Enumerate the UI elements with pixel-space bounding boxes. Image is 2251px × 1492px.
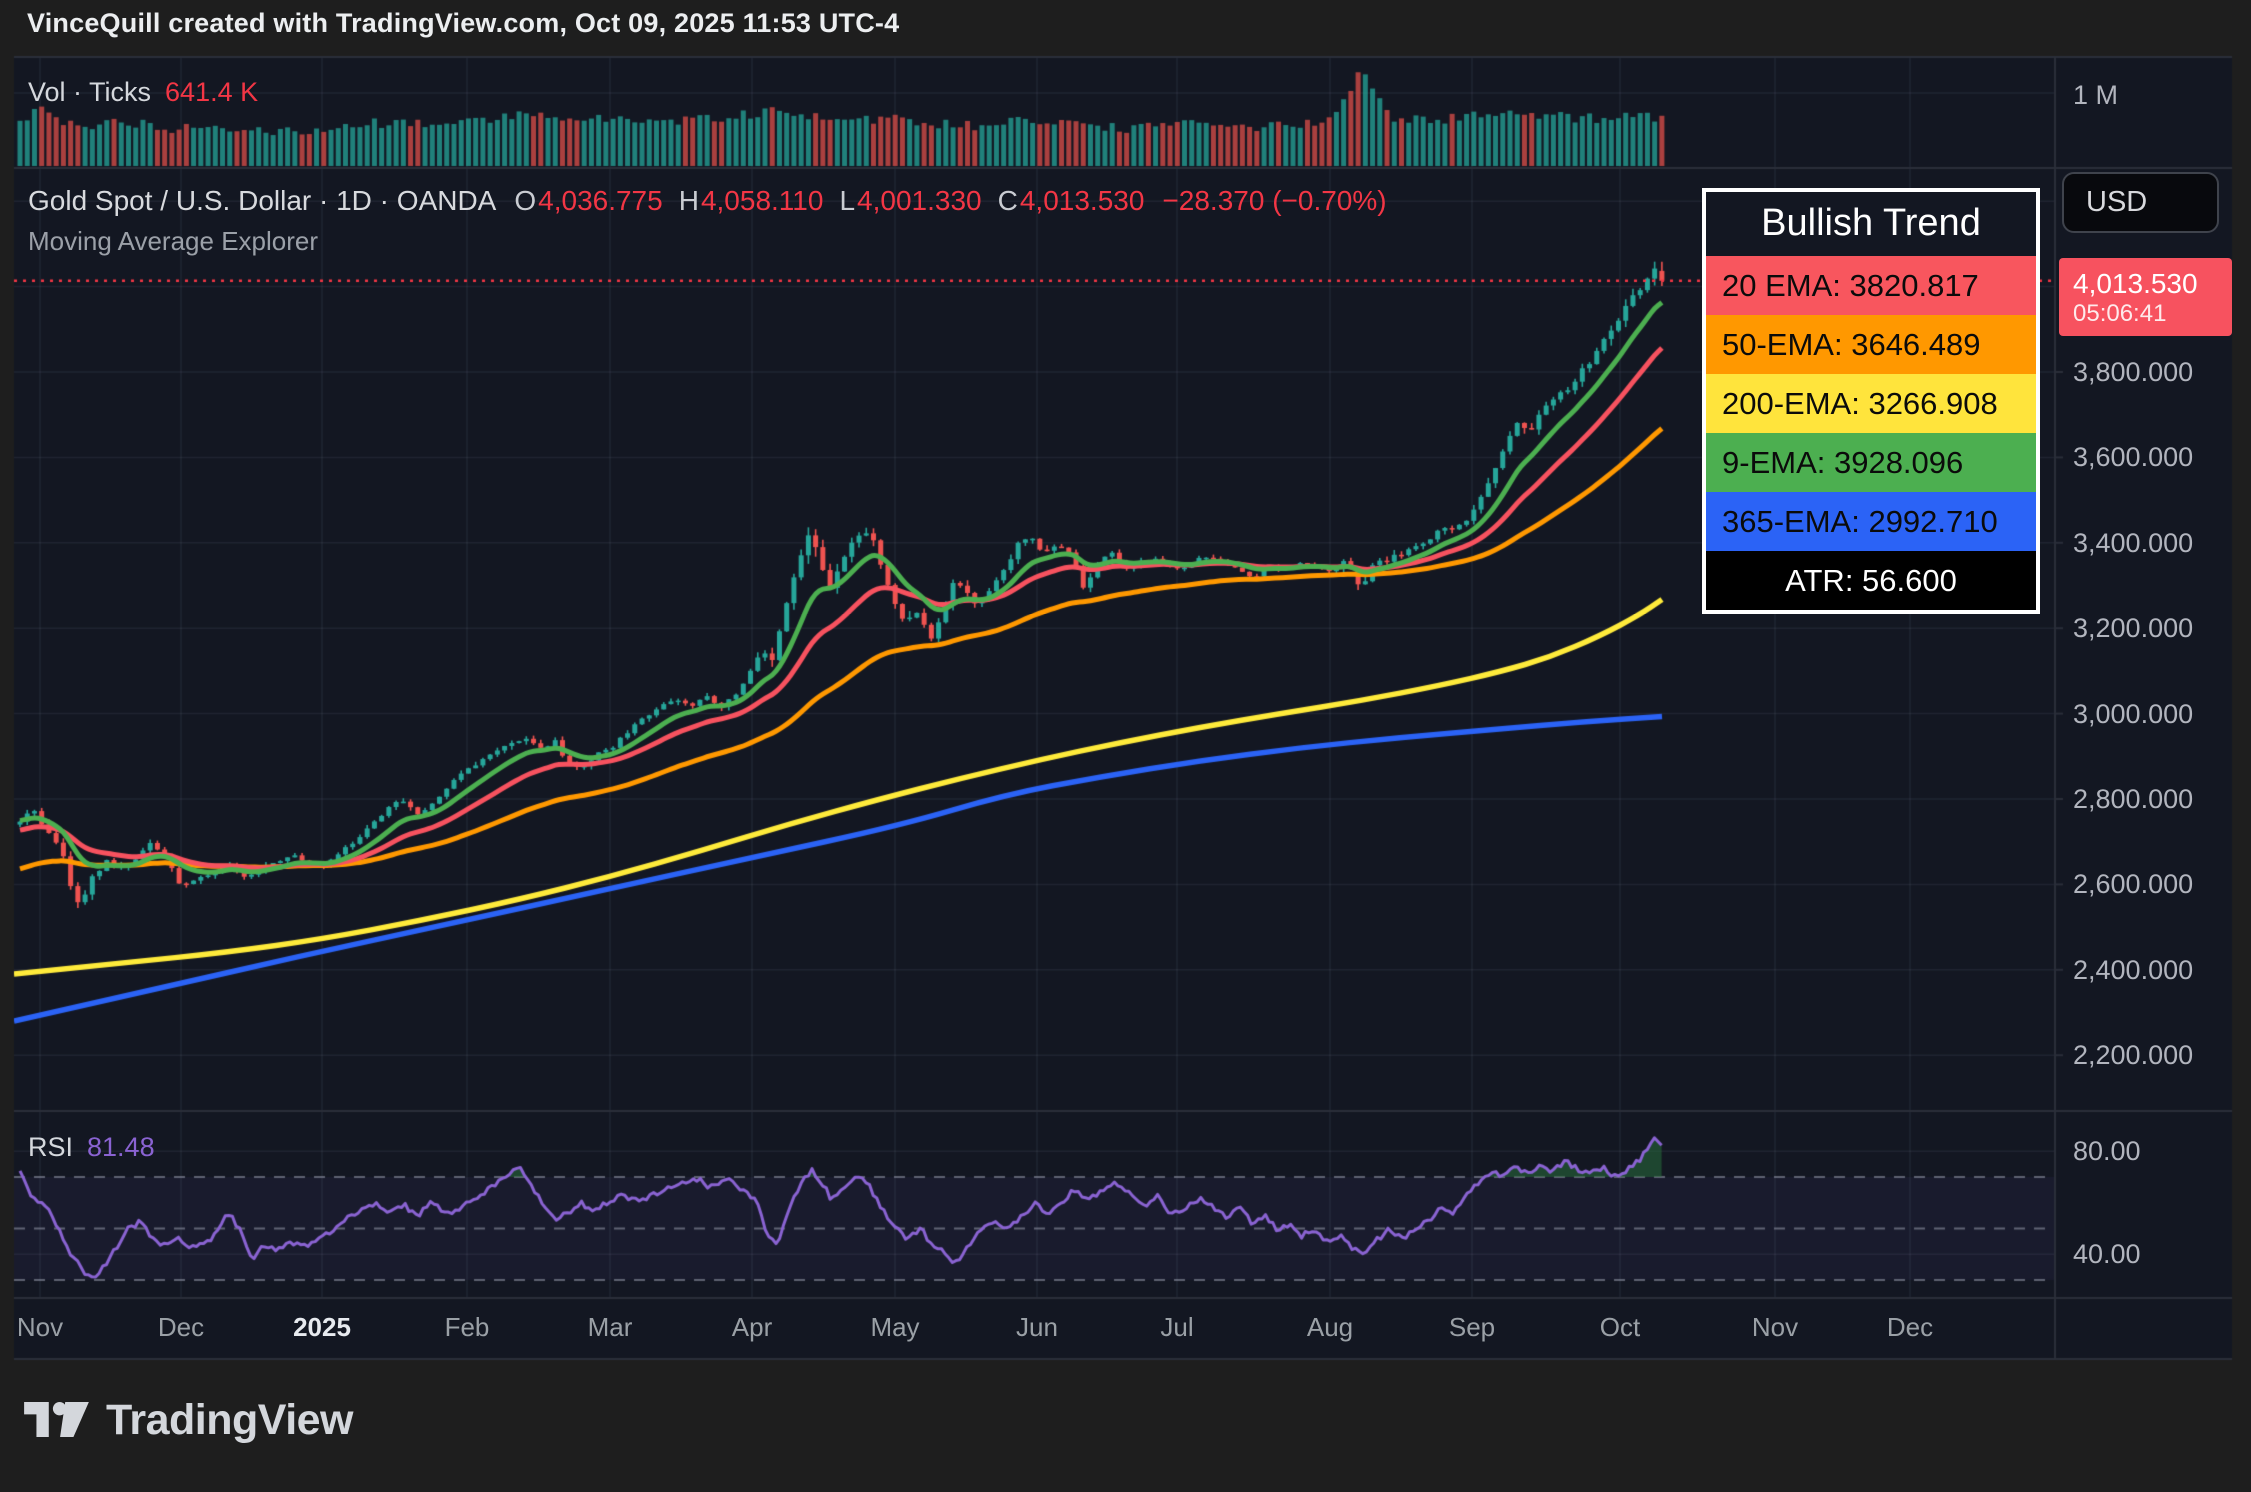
price-tick-label: 3,000.000 xyxy=(2073,698,2193,730)
month-label: Feb xyxy=(422,1312,512,1343)
rsi-pane-legend[interactable]: RSI 81.48 xyxy=(28,1132,155,1163)
currency-button[interactable]: USD xyxy=(2062,172,2219,233)
ohlc-value: 4,001.330 xyxy=(857,185,982,217)
month-label: Nov xyxy=(1730,1312,1820,1343)
ohlc-key: H xyxy=(679,185,699,217)
symbol-title: Gold Spot / U.S. Dollar · 1D · OANDA xyxy=(28,185,496,217)
volume-value: 641.4 K xyxy=(165,77,258,108)
legend-row: 365-EMA: 2992.710 xyxy=(1706,492,2036,551)
ohlc-item: C4,013.530 xyxy=(998,185,1145,217)
indicator-subtitle: Moving Average Explorer xyxy=(28,226,318,257)
legend-title: Bullish Trend xyxy=(1706,192,2036,256)
ohlc-key: O xyxy=(514,185,536,217)
ohlc-key: C xyxy=(998,185,1018,217)
footer-branding[interactable]: TradingView xyxy=(24,1396,353,1445)
ohlc-value: 4,036.775 xyxy=(538,185,663,217)
ohlc-value: 4,058.110 xyxy=(701,185,824,217)
price-tick-label: 2,400.000 xyxy=(2073,954,2193,986)
trend-legend-panel: Bullish Trend 20 EMA: 3820.81750-EMA: 36… xyxy=(1702,188,2040,614)
price-tick-label: 2,200.000 xyxy=(2073,1039,2193,1071)
rsi-tick-label: 40.00 xyxy=(2073,1238,2141,1270)
volume-pane-legend[interactable]: Vol · Ticks 641.4 K xyxy=(28,77,258,108)
watermark-credit: VinceQuill created with TradingView.com,… xyxy=(27,8,899,39)
last-price-tag[interactable]: 4,013.530 05:06:41 xyxy=(2059,258,2232,336)
legend-row: ATR: 56.600 xyxy=(1706,551,2036,610)
month-label: Aug xyxy=(1285,1312,1375,1343)
month-label: Apr xyxy=(707,1312,797,1343)
month-label: Dec xyxy=(1865,1312,1955,1343)
price-tick-label: 3,200.000 xyxy=(2073,612,2193,644)
month-label: Sep xyxy=(1427,1312,1517,1343)
symbol-legend[interactable]: Gold Spot / U.S. Dollar · 1D · OANDA O4,… xyxy=(28,185,1387,217)
month-label: Nov xyxy=(0,1312,85,1343)
ohlc-key: L xyxy=(839,185,855,217)
price-tick-label: 3,400.000 xyxy=(2073,527,2193,559)
price-tick-label: 2,600.000 xyxy=(2073,868,2193,900)
month-label: Oct xyxy=(1575,1312,1665,1343)
tradingview-chart-screenshot: VinceQuill created with TradingView.com,… xyxy=(0,0,2251,1492)
ohlc-readout: O4,036.775 H4,058.110 L4,001.330 C4,013.530 xyxy=(514,185,1144,217)
change-readout: −28.370 (−0.70%) xyxy=(1162,185,1386,217)
legend-row: 20 EMA: 3820.817 xyxy=(1706,256,2036,315)
volume-axis-label: 1 M xyxy=(2073,79,2118,111)
month-label: Jul xyxy=(1132,1312,1222,1343)
price-tick-label: 2,800.000 xyxy=(2073,783,2193,815)
volume-label: Vol · Ticks xyxy=(28,77,151,108)
ohlc-item: O4,036.775 xyxy=(514,185,662,217)
legend-row: 200-EMA: 3266.908 xyxy=(1706,374,2036,433)
month-label: May xyxy=(850,1312,940,1343)
month-label: Dec xyxy=(136,1312,226,1343)
ohlc-item: L4,001.330 xyxy=(839,185,981,217)
price-tick-label: 3,600.000 xyxy=(2073,441,2193,473)
month-label: Mar xyxy=(565,1312,655,1343)
rsi-value: 81.48 xyxy=(87,1132,155,1163)
tradingview-logo-icon xyxy=(24,1402,90,1439)
legend-row: 9-EMA: 3928.096 xyxy=(1706,433,2036,492)
countdown-timer: 05:06:41 xyxy=(2073,300,2232,327)
rsi-tick-label: 80.00 xyxy=(2073,1135,2141,1167)
ohlc-item: H4,058.110 xyxy=(679,185,824,217)
legend-row: 50-EMA: 3646.489 xyxy=(1706,315,2036,374)
rsi-label: RSI xyxy=(28,1132,73,1163)
last-price-value: 4,013.530 xyxy=(2073,268,2232,300)
month-label: Jun xyxy=(992,1312,1082,1343)
ohlc-value: 4,013.530 xyxy=(1020,185,1145,217)
tradingview-wordmark: TradingView xyxy=(106,1396,353,1445)
price-tick-label: 3,800.000 xyxy=(2073,356,2193,388)
month-label: 2025 xyxy=(277,1312,367,1343)
